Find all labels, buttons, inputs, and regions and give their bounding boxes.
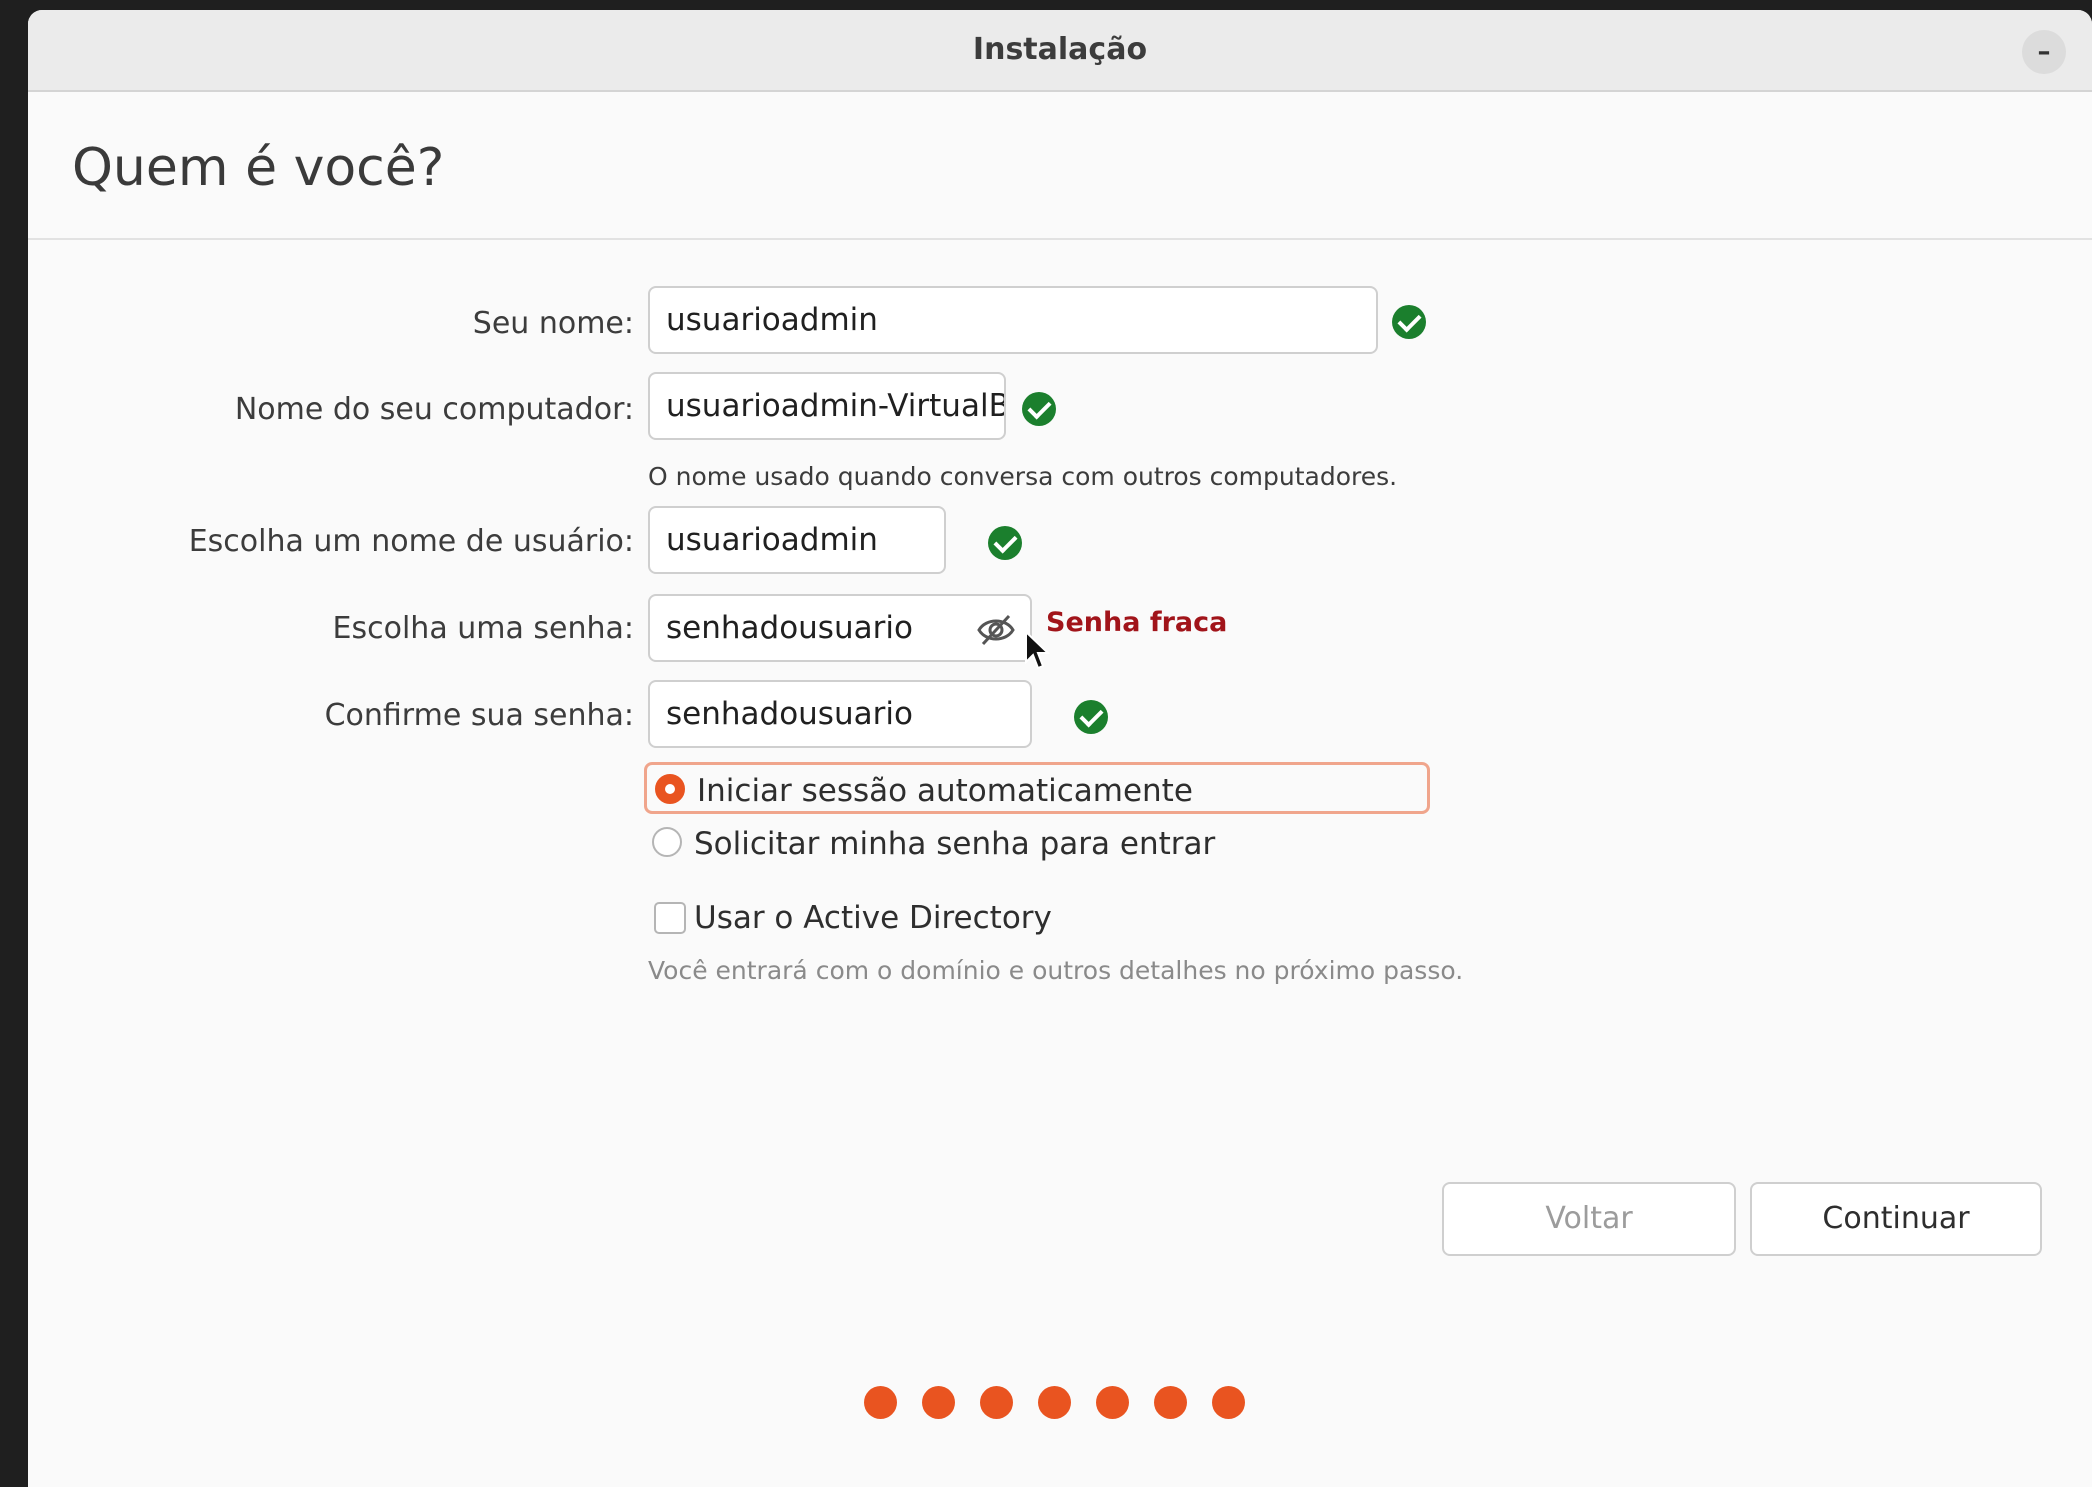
radio-require-password-label: Solicitar minha senha para entrar [694,826,1216,862]
active-directory-checkbox[interactable] [654,902,686,934]
password-input[interactable]: senhadousuario [648,594,1032,662]
progress-dot [1212,1386,1245,1419]
name-label: Seu nome: [472,306,634,341]
password-label: Escolha uma senha: [332,611,634,646]
progress-dot [1096,1386,1129,1419]
progress-dot [864,1386,897,1419]
progress-dot [980,1386,1013,1419]
computer-name-input[interactable]: usuarioadmin-VirtualB [648,372,1006,440]
username-input[interactable]: usuarioadmin [648,506,946,574]
confirm-password-valid-check-icon [1074,700,1108,734]
confirm-password-label: Confirme sua senha: [324,698,634,733]
installer-window: Instalação – Quem é você? Seu nome: usua… [28,10,2092,1487]
continue-button[interactable]: Continuar [1750,1182,2042,1256]
progress-dot [1038,1386,1071,1419]
username-valid-check-icon [988,526,1022,560]
radio-unselected-icon [652,827,682,857]
title-bar: Instalação – [28,10,2092,92]
password-strength: Senha fraca [1046,607,1228,638]
eye-slash-icon[interactable] [976,610,1016,650]
progress-dot [922,1386,955,1419]
back-button[interactable]: Voltar [1442,1182,1736,1256]
progress-dot [1154,1386,1187,1419]
page-header: Quem é você? [28,92,2092,240]
minimize-button[interactable]: – [2022,30,2066,74]
computer-name-valid-check-icon [1022,392,1056,426]
name-input[interactable]: usuarioadmin [648,286,1378,354]
active-directory-hint: Você entrará com o domínio e outros deta… [648,956,1464,985]
confirm-password-input[interactable]: senhadousuario [648,680,1032,748]
page-title: Quem é você? [72,138,445,198]
computer-name-hint: O nome usado quando conversa com outros … [648,462,1398,491]
radio-selected-icon [655,774,685,804]
active-directory-label: Usar o Active Directory [694,900,1052,936]
name-valid-check-icon [1392,305,1426,339]
radio-auto-login[interactable]: Iniciar sessão automaticamente [644,762,1430,814]
computer-name-label: Nome do seu computador: [234,392,634,427]
radio-auto-login-label: Iniciar sessão automaticamente [697,773,1193,809]
username-label: Escolha um nome de usuário: [188,524,634,559]
window-title: Instalação [972,32,1148,67]
